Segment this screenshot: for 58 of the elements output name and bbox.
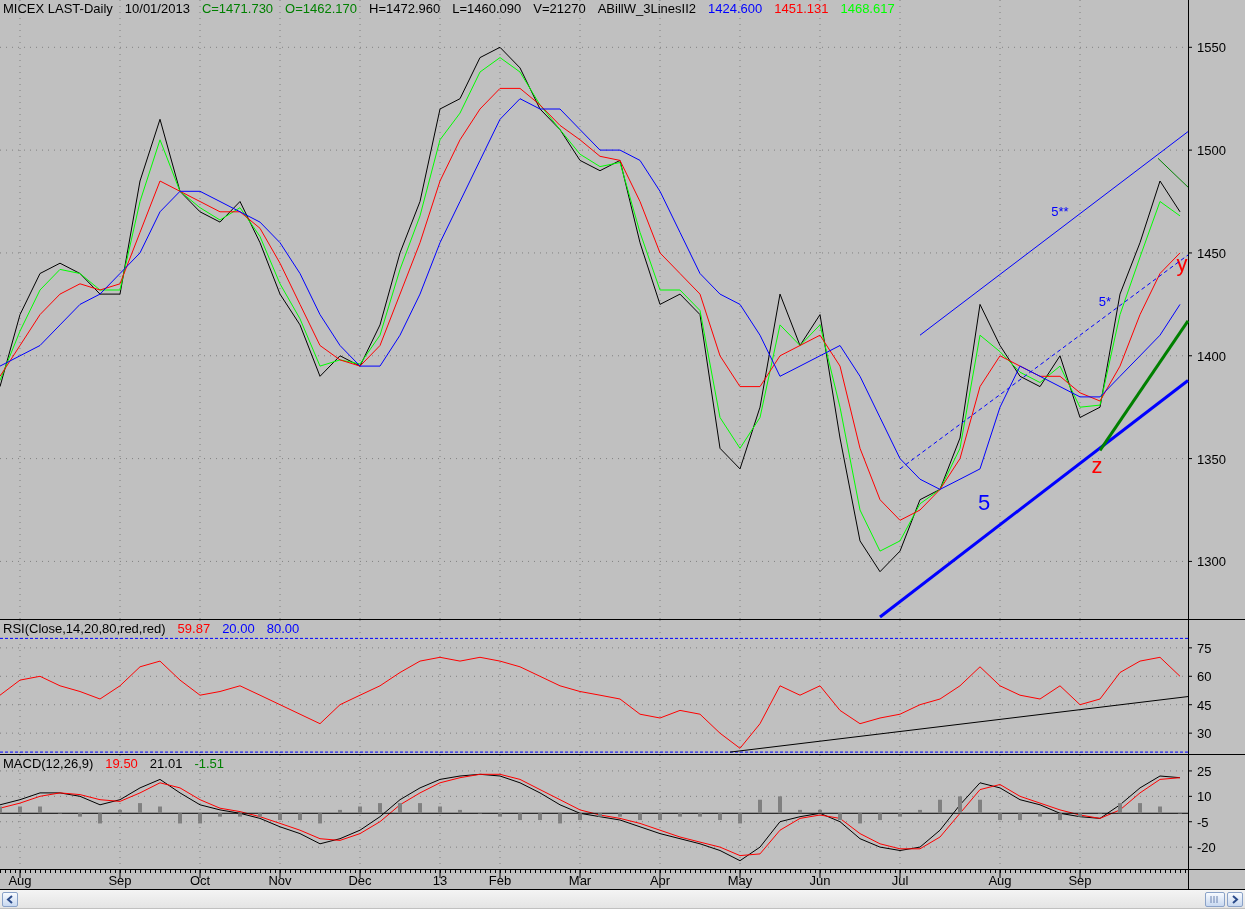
- axis-label: 75: [1197, 640, 1212, 656]
- wave-label: z: [1091, 453, 1103, 478]
- indicator-value: 19.50: [105, 756, 138, 772]
- indicator-value: 1424.600: [708, 1, 763, 17]
- axis-label: Nov: [268, 873, 292, 888]
- indicator-title: RSI(Close,14,20,80,red,red): [3, 621, 166, 637]
- indicator-value: C=1471.730: [201, 1, 274, 17]
- indicator-value: H=1472.960: [369, 1, 441, 17]
- axis-label: 1350: [1197, 451, 1226, 467]
- axis-label: Sep: [108, 873, 132, 888]
- wave-label: 5*: [1098, 294, 1112, 310]
- axis-label: 1300: [1197, 554, 1226, 570]
- wave-label: 5: [977, 490, 991, 515]
- wave-label: y: [1176, 251, 1188, 277]
- indicator-title: MACD(12,26,9): [3, 756, 94, 772]
- wave-label: 5**: [1051, 203, 1069, 219]
- axis-label: May: [727, 873, 753, 888]
- axis-label: Aug: [988, 873, 1012, 888]
- scroll-left-button[interactable]: [2, 891, 18, 907]
- indicator-value: 10/01/2013: [124, 1, 190, 17]
- indicator-value: O=1462.170: [285, 1, 358, 17]
- indicator-value: 80.00: [266, 621, 300, 637]
- indicator-value: -1.51: [194, 756, 225, 772]
- axis-label: Oct: [189, 873, 211, 888]
- axis-label: Jul: [891, 873, 909, 888]
- chevron-left-icon: [6, 894, 14, 904]
- indicator-value: 21.01: [149, 756, 183, 772]
- grip-icon: [1210, 895, 1220, 903]
- axis-label: 10: [1197, 789, 1212, 805]
- indicator-value: 59.87: [177, 621, 211, 637]
- axis-label: Feb: [488, 873, 512, 888]
- axis-label: -20: [1197, 840, 1216, 856]
- axis-label: Mar: [568, 873, 592, 888]
- axis-label: Dec: [348, 873, 372, 888]
- axis-label: 45: [1197, 697, 1212, 713]
- axis-label: 1550: [1197, 40, 1226, 56]
- chevron-right-icon: [1231, 894, 1239, 904]
- axis-label: 25: [1197, 763, 1212, 779]
- axis-label: 1450: [1197, 245, 1226, 261]
- axis-label: 1500: [1197, 143, 1226, 159]
- scroll-thumb[interactable]: [1205, 891, 1225, 907]
- axis-label: 30: [1197, 726, 1212, 742]
- indicator-value: V=21270: [533, 1, 586, 17]
- scroll-right-button[interactable]: [1227, 891, 1243, 907]
- indicator-title: MICEX LAST-Daily: [3, 1, 113, 17]
- axis-label: Aug: [8, 873, 32, 888]
- indicator-value: 1468.617: [840, 1, 895, 17]
- indicator-value: 20.00: [222, 621, 255, 637]
- axis-label: -5: [1197, 814, 1209, 830]
- indicator-value: 1451.131: [774, 1, 829, 17]
- axis-label: 13: [432, 873, 448, 888]
- axis-label: Apr: [649, 873, 671, 888]
- indicator-value: L=1460.090: [452, 1, 522, 17]
- axis-label: 60: [1197, 669, 1212, 685]
- axis-label: Sep: [1068, 873, 1092, 888]
- axis-label: 1400: [1197, 348, 1226, 364]
- indicator-value: ABillW_3LinesII2: [597, 1, 696, 17]
- axis-label: Jun: [809, 873, 831, 888]
